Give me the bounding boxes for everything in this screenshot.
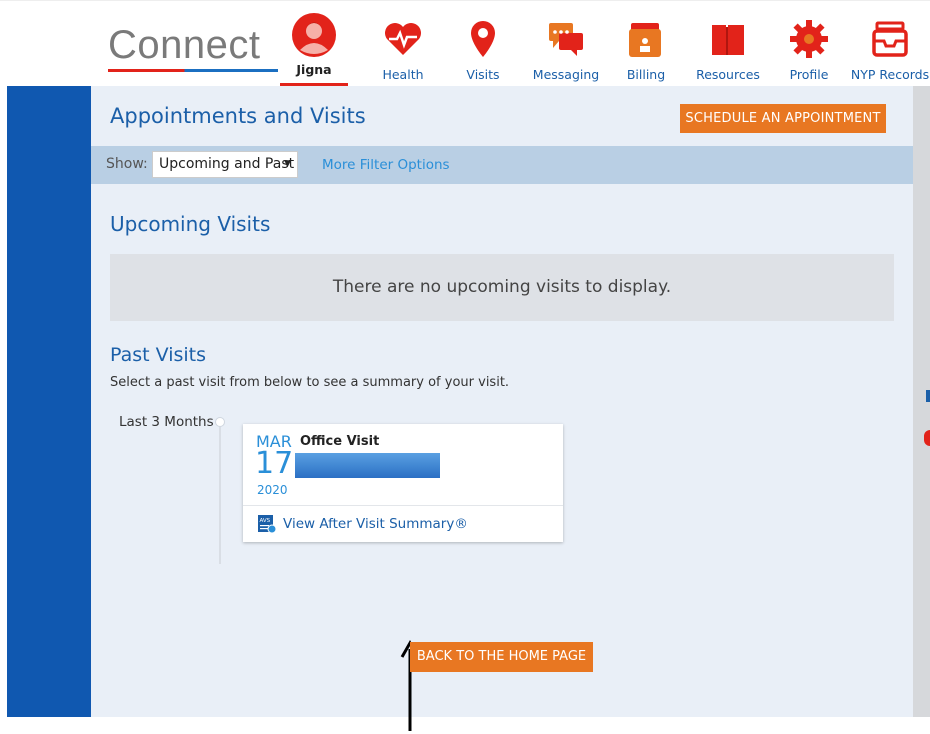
left-sidebar-strip: [7, 86, 91, 717]
timeline-dot: [215, 417, 225, 427]
nav-billing[interactable]: Billing: [610, 9, 682, 87]
visit-type: Office Visit: [300, 434, 380, 449]
wallet-icon: [629, 23, 661, 57]
nav-billing-label: Billing: [626, 67, 666, 82]
caret-down-icon: ▼: [284, 159, 291, 169]
upcoming-visits-heading: Upcoming Visits: [110, 212, 271, 236]
avs-document-icon: AVS: [258, 515, 277, 534]
nav-visits-label: Visits: [466, 67, 500, 82]
nav-health-label: Health: [382, 67, 424, 82]
page-title: Appointments and Visits: [110, 104, 366, 128]
svg-text:AVS: AVS: [260, 518, 271, 524]
view-after-visit-summary-link[interactable]: View After Visit Summary®: [283, 516, 468, 532]
redacted-provider-name: [295, 453, 440, 478]
timeline-line: [219, 427, 221, 564]
inbox-tray-icon: [872, 21, 908, 57]
edge-notification-fragment: [924, 430, 930, 446]
top-navigation: Connect Jigna Health Visits Messaging Bi…: [0, 0, 930, 87]
back-to-home-button[interactable]: BACK TO THE HOME PAGE: [410, 642, 593, 672]
visit-day: 17: [255, 446, 294, 481]
filter-bar: Show: Upcoming and Past ▼ More Filter Op…: [91, 146, 913, 184]
nav-health[interactable]: Health: [367, 9, 439, 87]
past-visits-heading: Past Visits: [110, 344, 207, 366]
edge-fragment: [926, 390, 930, 402]
past-visit-card[interactable]: MAR Office Visit 17 2020 AVS View After …: [243, 424, 563, 542]
nav-visits[interactable]: Visits: [447, 9, 519, 87]
location-pin-icon: [471, 21, 495, 57]
nav-profile[interactable]: Profile: [773, 9, 845, 87]
chat-icon: [549, 23, 583, 56]
logo-underline: [108, 69, 278, 72]
visit-filter-value: Upcoming and Past: [159, 156, 295, 172]
avatar-icon: [292, 13, 336, 57]
visit-year: 2020: [257, 483, 288, 497]
schedule-appointment-button[interactable]: SCHEDULE AN APPOINTMENT: [680, 104, 886, 133]
user-name: Jigna: [296, 62, 332, 77]
past-visits-subtext: Select a past visit from below to see a …: [110, 375, 510, 390]
gear-icon: [790, 20, 828, 58]
nav-resources[interactable]: Resources: [692, 9, 764, 87]
timeline-range-label: Last 3 Months: [119, 414, 214, 430]
show-label: Show:: [106, 156, 148, 172]
main-content: Appointments and Visits SCHEDULE AN APPO…: [91, 86, 913, 731]
visit-filter-select[interactable]: Upcoming and Past ▼: [152, 151, 298, 178]
nav-messaging-label: Messaging: [532, 67, 600, 82]
nav-resources-label: Resources: [696, 67, 760, 82]
card-divider: [243, 505, 563, 506]
heart-icon: [385, 23, 421, 55]
book-icon: [712, 25, 744, 55]
user-profile-tab[interactable]: Jigna: [280, 9, 348, 87]
more-filter-options-link[interactable]: More Filter Options: [322, 157, 450, 173]
upcoming-empty-message: There are no upcoming visits to display.: [110, 254, 894, 321]
connect-logo[interactable]: Connect: [108, 23, 260, 68]
nav-nyp-records-label: NYP Records: [850, 67, 930, 82]
nav-profile-label: Profile: [789, 67, 829, 82]
nav-messaging[interactable]: Messaging: [530, 9, 602, 87]
nav-nyp-records[interactable]: NYP Records: [850, 9, 930, 87]
